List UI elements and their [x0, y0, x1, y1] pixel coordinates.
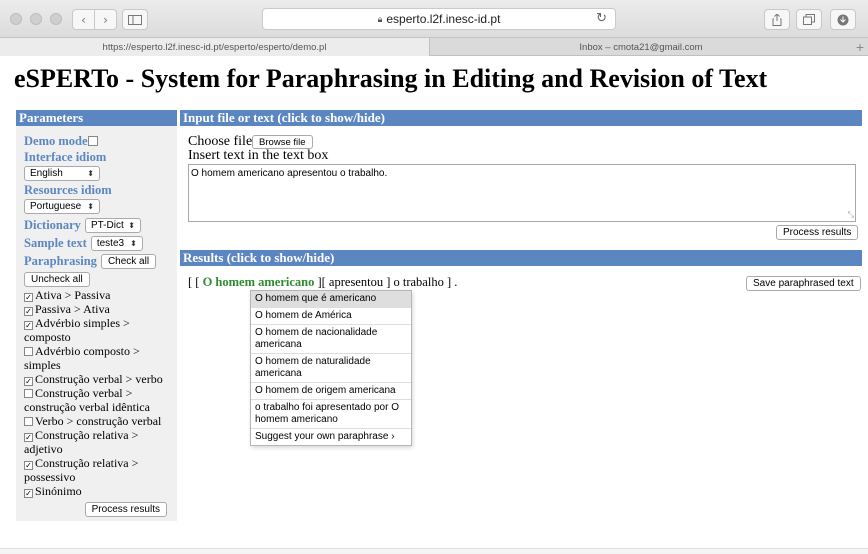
sample-text-label: Sample text	[24, 235, 87, 250]
paraphrasing-option[interactable]: ✓ Sinónimo	[24, 484, 177, 498]
browser-titlebar: ‹ › 🔒︎ esperto.l2f.inesc-id.pt ↻	[0, 0, 868, 38]
suggestion-item[interactable]: O homem de naturalidade americana	[251, 354, 411, 383]
option-label: Construção relativa > adjetivo	[24, 428, 139, 456]
parameters-panel: Parameters Demo mode Interface idiom Eng…	[16, 110, 177, 521]
checkbox-unchecked-icon[interactable]	[24, 389, 33, 398]
results-panel-header[interactable]: Results (click to show/hide)	[180, 250, 862, 266]
address-text: esperto.l2f.inesc-id.pt	[386, 12, 501, 26]
resize-handle-icon[interactable]: ⤡	[848, 210, 854, 220]
tab-bar: https://esperto.l2f.inesc-id.pt/esperto/…	[0, 38, 868, 56]
resources-idiom-label: Resources idiom	[24, 182, 112, 197]
zoom-window-icon[interactable]	[50, 13, 62, 25]
checkbox-checked-icon[interactable]: ✓	[24, 377, 33, 386]
option-label: Ativa > Passiva	[35, 288, 111, 302]
check-all-button[interactable]: Check all	[100, 253, 157, 269]
close-window-icon[interactable]	[10, 13, 22, 25]
share-icon[interactable]	[764, 9, 790, 30]
paraphrase-suggestions-menu: O homem que é americano O homem de Améric…	[250, 290, 412, 446]
paraphrasing-option[interactable]: ✓ Construção relativa > adjetivo	[24, 428, 177, 456]
option-label: Sinónimo	[35, 484, 82, 498]
paraphrasing-option[interactable]: ✓ Construção verbal > verbo	[24, 372, 177, 386]
suggestion-item[interactable]: Suggest your own paraphrase ›	[251, 429, 411, 445]
checkbox-checked-icon[interactable]: ✓	[24, 461, 33, 470]
input-textarea[interactable]: O homem americano apresentou o trabalho.…	[188, 164, 856, 222]
address-bar[interactable]: 🔒︎ esperto.l2f.inesc-id.pt ↻	[262, 8, 616, 30]
interface-idiom-select[interactable]: English ⬍	[24, 166, 100, 181]
reload-icon[interactable]: ↻	[596, 11, 607, 26]
suggestion-item[interactable]: O homem que é americano	[251, 291, 411, 308]
browse-file-button[interactable]: Browse file	[252, 135, 313, 149]
resources-idiom-select[interactable]: Portuguese ⬍	[24, 199, 100, 214]
demo-mode-checkbox[interactable]	[87, 136, 98, 146]
page-content: eSPERTo - System for Paraphrasing in Edi…	[0, 57, 868, 554]
updown-chevron-icon: ⬍	[128, 220, 135, 230]
checkbox-checked-icon[interactable]: ✓	[24, 489, 33, 498]
parameters-header: Parameters	[16, 110, 177, 126]
insert-text-label: Insert text in the text box	[188, 148, 329, 163]
back-icon[interactable]: ‹	[72, 9, 95, 30]
updown-chevron-icon: ⬍	[87, 202, 94, 211]
input-panel-header[interactable]: Input file or text (click to show/hide)	[180, 110, 862, 126]
page-title: eSPERTo - System for Paraphrasing in Edi…	[14, 64, 768, 93]
demo-mode-label: Demo mode	[24, 133, 88, 148]
tab-label: Inbox – cmota21@gmail.com	[579, 41, 703, 53]
dictionary-value: PT-Dict	[90, 219, 124, 231]
paraphrasing-option[interactable]: Advérbio composto > simples	[24, 344, 177, 372]
new-tab-icon[interactable]: +	[856, 38, 864, 56]
suggestion-item[interactable]: o trabalho foi apresentado por O homem a…	[251, 400, 411, 429]
paraphrasing-option[interactable]: ✓ Construção relativa > possessivo	[24, 456, 177, 484]
results-output: [ [ O homem americano ][ apresentou ] o …	[188, 275, 457, 290]
checkbox-checked-icon[interactable]: ✓	[24, 293, 33, 302]
results-rest: ][ apresentou ] o trabalho ] .	[317, 275, 458, 289]
option-label: Construção verbal > construção verbal id…	[24, 386, 150, 414]
checkbox-checked-icon[interactable]: ✓	[24, 321, 33, 330]
suggestion-item[interactable]: O homem de América	[251, 308, 411, 325]
interface-idiom-value: English	[30, 168, 63, 179]
bracket-open: [ [	[188, 275, 200, 289]
checkbox-checked-icon[interactable]: ✓	[24, 433, 33, 442]
dictionary-select[interactable]: PT-Dict ⬍	[84, 217, 141, 233]
paraphrasing-option[interactable]: ✓ Advérbio simples > composto	[24, 316, 177, 344]
download-icon[interactable]	[830, 9, 856, 30]
uncheck-all-button[interactable]: Uncheck all	[24, 271, 90, 287]
save-paraphrased-text-button[interactable]: Save paraphrased text	[746, 276, 861, 291]
lock-icon: 🔒︎	[377, 13, 383, 24]
horizontal-scrollbar[interactable]	[0, 548, 868, 554]
resources-idiom-value: Portuguese	[30, 201, 82, 212]
process-results-button[interactable]: Process results	[84, 502, 167, 517]
option-label: Verbo > construção verbal	[35, 414, 162, 428]
minimize-window-icon[interactable]	[30, 13, 42, 25]
dictionary-label: Dictionary	[24, 217, 81, 232]
tabs-icon[interactable]	[796, 9, 822, 30]
paraphrasing-label: Paraphrasing	[24, 253, 97, 268]
suggestion-item[interactable]: O homem de origem americana	[251, 383, 411, 400]
tab-esperto[interactable]: https://esperto.l2f.inesc-id.pt/esperto/…	[0, 38, 430, 56]
sample-text-select[interactable]: teste3 ⬍	[90, 235, 143, 251]
checkbox-checked-icon[interactable]: ✓	[24, 307, 33, 316]
interface-idiom-label: Interface idiom	[24, 149, 107, 164]
process-results-button[interactable]: Process results	[776, 225, 859, 240]
paraphrasing-option[interactable]: ✓ Ativa > Passiva	[24, 288, 177, 302]
suggestion-item[interactable]: O homem de nacionalidade americana	[251, 325, 411, 354]
paraphrase-candidate[interactable]: O homem americano	[203, 275, 315, 289]
tab-label: https://esperto.l2f.inesc-id.pt/esperto/…	[102, 41, 327, 53]
sidebar-icon[interactable]	[122, 9, 148, 30]
updown-chevron-icon: ⬍	[130, 238, 137, 248]
forward-icon[interactable]: ›	[94, 9, 117, 30]
tab-inbox[interactable]: Inbox – cmota21@gmail.com	[431, 38, 851, 56]
option-label: Construção verbal > verbo	[35, 372, 163, 386]
checkbox-unchecked-icon[interactable]	[24, 417, 33, 426]
option-label: Construção relativa > possessivo	[24, 456, 139, 484]
option-label: Advérbio simples > composto	[24, 316, 130, 344]
paraphrasing-option[interactable]: Construção verbal > construção verbal id…	[24, 386, 177, 414]
option-label: Advérbio composto > simples	[24, 344, 140, 372]
checkbox-unchecked-icon[interactable]	[24, 347, 33, 356]
paraphrasing-option[interactable]: ✓ Passiva > Ativa	[24, 302, 177, 316]
paraphrasing-option[interactable]: Verbo > construção verbal	[24, 414, 177, 428]
updown-chevron-icon: ⬍	[87, 169, 94, 178]
option-label: Passiva > Ativa	[35, 302, 110, 316]
input-text-value: O homem americano apresentou o trabalho.	[191, 168, 388, 179]
sample-text-value: teste3	[96, 237, 125, 249]
paraphrasing-options: ✓ Ativa > Passiva ✓ Passiva > Ativa ✓ Advérbi…	[24, 288, 177, 498]
